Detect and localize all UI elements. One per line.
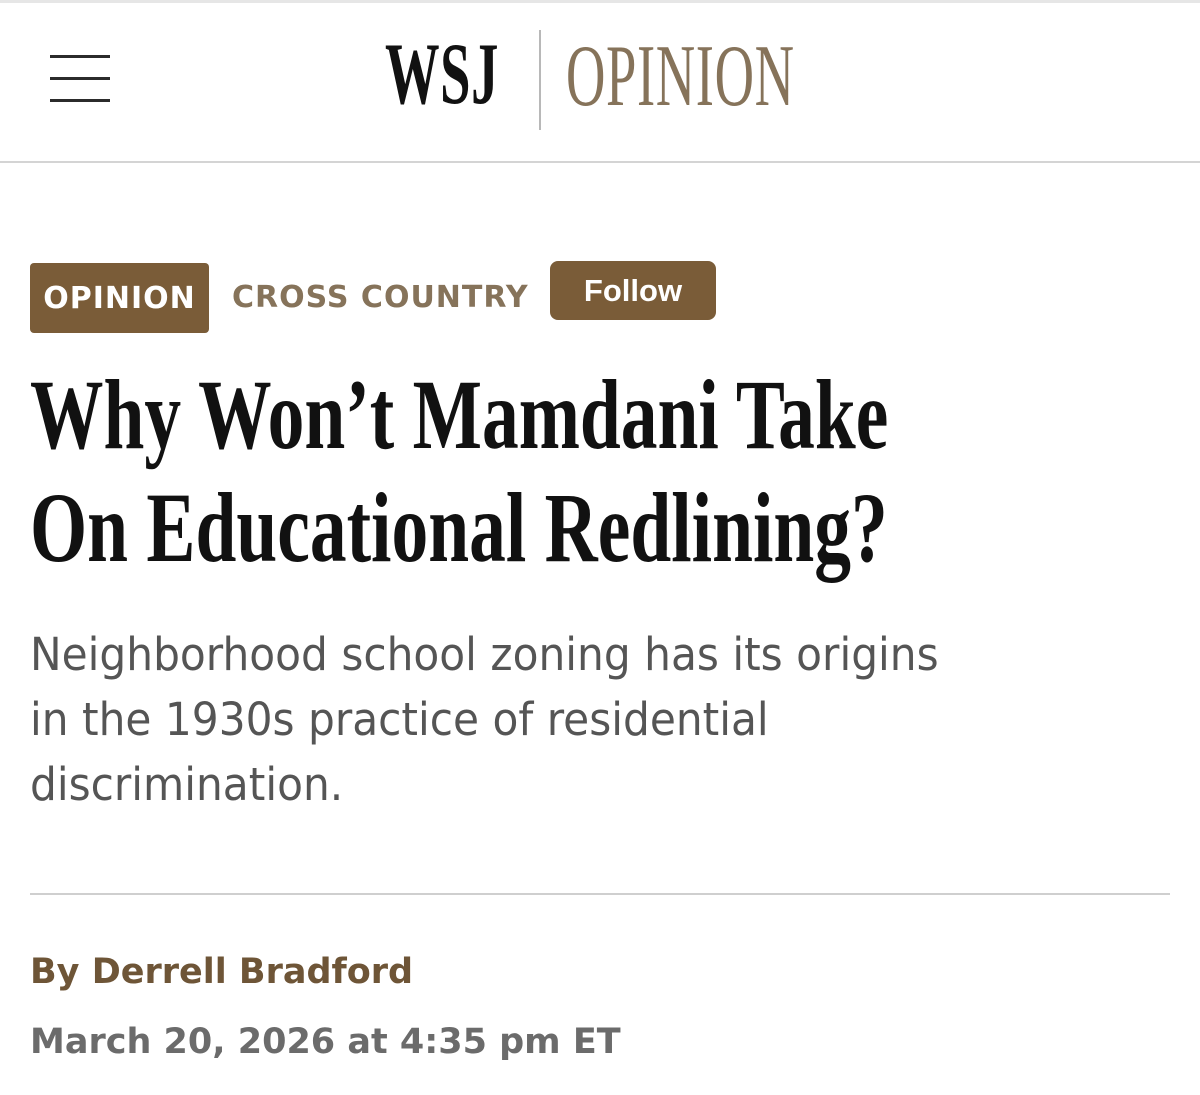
menu-bar bbox=[50, 55, 110, 58]
author-link[interactable]: Derrell Bradford bbox=[92, 952, 413, 992]
article-dek: Neighborhood school zoning has its origi… bbox=[30, 622, 1045, 817]
dek-line: discrimination. bbox=[30, 758, 344, 811]
content-divider bbox=[30, 893, 1170, 895]
menu-bar bbox=[50, 99, 110, 102]
dek-line: in the 1930s practice of residential bbox=[30, 693, 769, 746]
byline: By Derrell Bradford bbox=[30, 948, 413, 996]
byline-prefix: By bbox=[30, 952, 92, 992]
dek-line: Neighborhood school zoning has its origi… bbox=[30, 628, 939, 681]
opinion-section-logo[interactable]: OPINION bbox=[566, 33, 795, 121]
logo-divider bbox=[539, 30, 541, 130]
column-name-link[interactable]: CROSS COUNTRY bbox=[232, 276, 529, 320]
publish-timestamp: March 20, 2026 at 4:35 pm ET bbox=[30, 1022, 621, 1062]
hamburger-menu-icon[interactable] bbox=[50, 53, 112, 105]
site-header: WSJ OPINION bbox=[0, 3, 1200, 163]
section-badge[interactable]: OPINION bbox=[30, 263, 209, 333]
headline-line: Why Won’t Mamdani Take bbox=[30, 359, 889, 470]
wsj-logo[interactable]: WSJ bbox=[385, 31, 499, 119]
article-headline: Why Won’t Mamdani Take On Educational Re… bbox=[30, 358, 888, 584]
follow-button[interactable]: Follow bbox=[550, 261, 716, 320]
menu-bar bbox=[50, 77, 110, 80]
headline-line: On Educational Redlining? bbox=[30, 472, 888, 583]
